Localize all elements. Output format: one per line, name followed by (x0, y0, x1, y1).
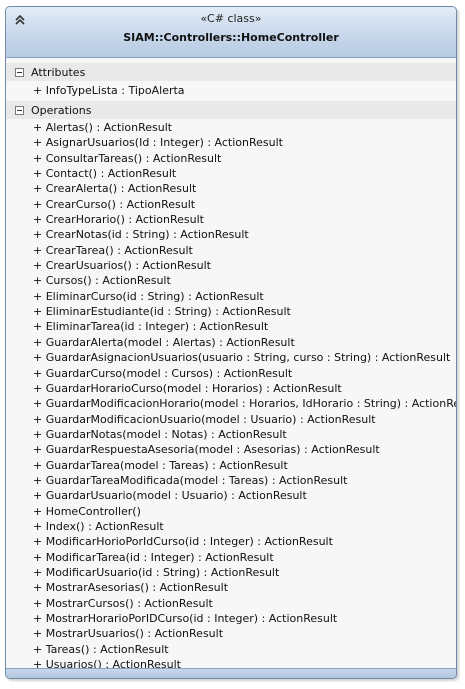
class-header: «C# class» SIAM::Controllers::HomeContro… (6, 7, 456, 58)
operation-item[interactable]: + Contact() : ActionResult (6, 166, 456, 181)
operation-item[interactable]: + ModificarUsuario(id : String) : Action… (6, 565, 456, 580)
operation-item[interactable]: + EliminarCurso(id : String) : ActionRes… (6, 289, 456, 304)
attributes-section-header[interactable]: Attributes (6, 63, 456, 81)
operation-item[interactable]: + AsignarUsuarios(Id : Integer) : Action… (6, 135, 456, 150)
class-stereotype: «C# class» (200, 12, 262, 25)
operation-item[interactable]: + Tareas() : ActionResult (6, 642, 456, 657)
operation-item[interactable]: + HomeController() (6, 504, 456, 519)
operation-item[interactable]: + ModificarTarea(id : Integer) : ActionR… (6, 550, 456, 565)
operation-item[interactable]: + MostrarAsesorias() : ActionResult (6, 580, 456, 595)
operation-item[interactable]: + GuardarAlerta(model : Alertas) : Actio… (6, 335, 456, 350)
operation-item[interactable]: + GuardarTareaModificada(model : Tareas)… (6, 473, 456, 488)
operations-label: Operations (31, 103, 92, 117)
operation-item[interactable]: + CrearCurso() : ActionResult (6, 197, 456, 212)
operation-item[interactable]: + EliminarTarea(id : Integer) : ActionRe… (6, 319, 456, 334)
operations-section-header[interactable]: Operations (6, 101, 456, 119)
operation-item[interactable]: + Cursos() : ActionResult (6, 273, 456, 288)
operation-item[interactable]: + GuardarNotas(model : Notas) : ActionRe… (6, 427, 456, 442)
attributes-list: + InfoTypeLista : TipoAlerta (6, 83, 456, 98)
operation-item[interactable]: + ModificarHorioPorIdCurso(id : Integer)… (6, 534, 456, 549)
operation-item[interactable]: + Alertas() : ActionResult (6, 120, 456, 135)
operation-item[interactable]: + GuardarModificacionUsuario(model : Usu… (6, 412, 456, 427)
uml-class-box[interactable]: «C# class» SIAM::Controllers::HomeContro… (5, 6, 457, 679)
operation-item[interactable]: + GuardarHorarioCurso(model : Horarios) … (6, 381, 456, 396)
operation-item[interactable]: + MostrarUsuarios() : ActionResult (6, 626, 456, 641)
operation-item[interactable]: + CrearUsuarios() : ActionResult (6, 258, 456, 273)
operations-list: + Alertas() : ActionResult + AsignarUsuar… (6, 120, 456, 672)
operation-item[interactable]: + GuardarModificacionHorario(model : Hor… (6, 396, 456, 411)
operation-item[interactable]: + CrearTarea() : ActionResult (6, 243, 456, 258)
operation-item[interactable]: + GuardarAsignacionUsuarios(usuario : St… (6, 350, 456, 365)
operation-item[interactable]: + CrearHorario() : ActionResult (6, 212, 456, 227)
operation-item[interactable]: + CrearAlerta() : ActionResult (6, 181, 456, 196)
operation-item[interactable]: + GuardarRespuestaAsesoria(model : Aseso… (6, 442, 456, 457)
collapse-toggle-icon[interactable] (15, 105, 24, 115)
attributes-label: Attributes (31, 65, 86, 79)
operation-item[interactable]: + MostrarCursos() : ActionResult (6, 596, 456, 611)
operation-item[interactable]: + GuardarTarea(model : Tareas) : ActionR… (6, 458, 456, 473)
operation-item[interactable]: + GuardarCurso(model : Cursos) : ActionR… (6, 366, 456, 381)
operation-item[interactable]: + CrearNotas(id : String) : ActionResult (6, 227, 456, 242)
operation-item[interactable]: + Index() : ActionResult (6, 519, 456, 534)
class-name: SIAM::Controllers::HomeController (123, 31, 339, 44)
collapse-toggle-icon[interactable] (15, 67, 24, 77)
operation-item[interactable]: + EliminarEstudiante(id : String) : Acti… (6, 304, 456, 319)
operation-item[interactable]: + ConsultarTareas() : ActionResult (6, 151, 456, 166)
operation-item[interactable]: + MostrarHorarioPorIDCurso(id : Integer)… (6, 611, 456, 626)
class-footer (6, 668, 456, 678)
attribute-item[interactable]: + InfoTypeLista : TipoAlerta (6, 83, 456, 98)
operation-item[interactable]: + GuardarUsuario(model : Usuario) : Acti… (6, 488, 456, 503)
